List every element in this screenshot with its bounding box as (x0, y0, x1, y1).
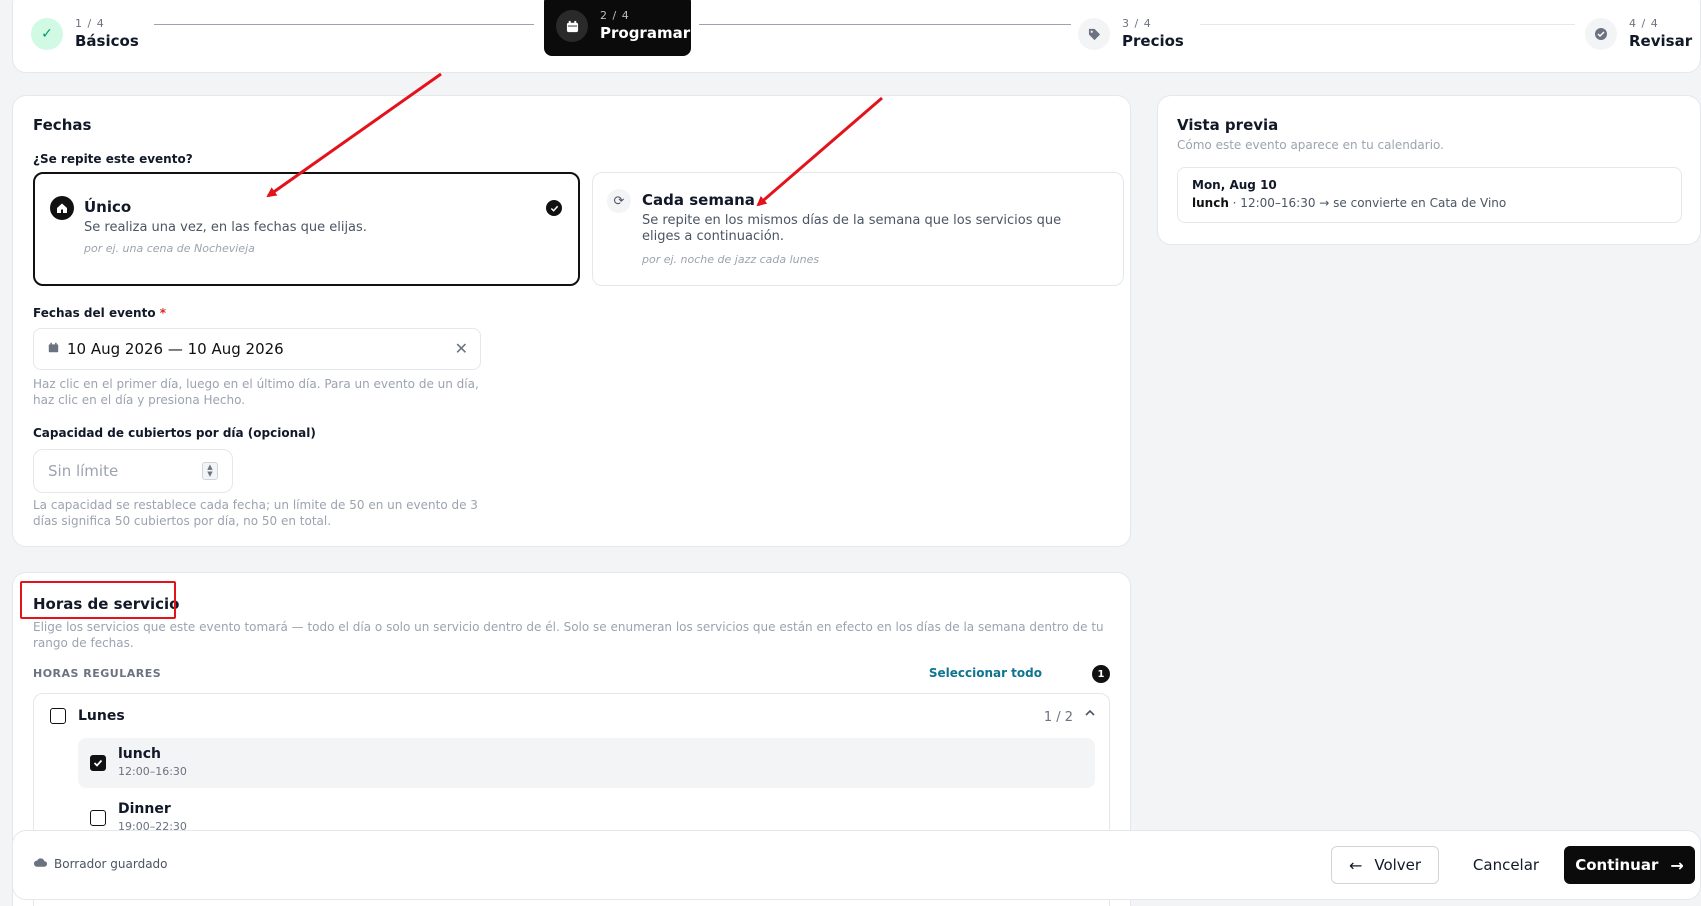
chevron-up-icon[interactable] (1085, 707, 1095, 722)
check-circle-icon (1585, 18, 1617, 50)
step-name: Básicos (75, 32, 139, 50)
house-icon (50, 196, 74, 220)
capacity-label: Capacidad de cubiertos por día (opcional… (33, 426, 316, 440)
service-time: 12:00–16:30 (118, 765, 187, 778)
repeat-question: ¿Se repite este evento? (33, 152, 193, 166)
preview-detail: lunch · 12:00–16:30 → se convierte en Ca… (1192, 196, 1506, 210)
wizard-stepper: ✓ 1 / 4 Básicos 2 / 4 Programar 3 / 4 Pr… (12, 0, 1701, 73)
preview-subtitle: Cómo este evento aparece en tu calendari… (1177, 138, 1444, 152)
step-number: 1 / 4 (75, 17, 105, 30)
back-label: Volver (1374, 856, 1422, 874)
service-row[interactable]: lunch 12:00–16:30 (78, 738, 1095, 788)
number-spinner-icon[interactable]: ▲ ▼ (202, 462, 218, 480)
date-range-picker[interactable]: 10 Aug 2026 — 10 Aug 2026 ✕ (33, 328, 481, 370)
arrow-left-icon: ← (1348, 855, 1363, 875)
step-connector (1200, 24, 1575, 25)
day-name: Lunes (78, 708, 125, 724)
tag-icon (1078, 18, 1110, 50)
event-dates-label-text: Fechas del evento (33, 306, 156, 320)
continue-label: Continuar (1575, 856, 1659, 874)
date-range-value: 10 Aug 2026 — 10 Aug 2026 (67, 340, 284, 358)
selected-count-badge: 1 (1092, 665, 1110, 683)
service-hours-description: Elige los servicios que este evento toma… (33, 620, 1104, 650)
step-precios[interactable]: 3 / 4 Precios (1078, 17, 1184, 51)
day-service-count: 1 / 2 (1043, 710, 1073, 725)
selected-check-icon (546, 200, 562, 216)
option-unico[interactable]: Único Se realiza una vez, en las fechas … (33, 172, 580, 286)
service-checkbox[interactable] (90, 755, 106, 771)
preview-service: lunch (1192, 196, 1229, 210)
cancel-button[interactable]: Cancelar (1461, 846, 1551, 884)
step-name: Programar (600, 24, 691, 42)
preview-event: Mon, Aug 10 lunch · 12:00–16:30 → se con… (1177, 167, 1682, 223)
preview-date: Mon, Aug 10 (1192, 178, 1277, 192)
step-connector (699, 24, 1071, 25)
preview-detail-text: · 12:00–16:30 → se convierte en Cata de … (1228, 196, 1507, 210)
cloud-icon (33, 857, 48, 871)
check-icon: ✓ (31, 18, 63, 50)
day-header[interactable]: Lunes (50, 708, 125, 724)
draft-status-text: Borrador guardado (54, 857, 168, 871)
dates-card: Fechas ¿Se repite este evento? Único Se … (12, 95, 1131, 547)
service-name: Dinner (118, 801, 171, 817)
step-programar[interactable]: 2 / 4 Programar (544, 0, 691, 56)
option-description: Se realiza una vez, en las fechas que el… (84, 220, 367, 235)
dates-title: Fechas (33, 116, 92, 134)
capacity-placeholder: Sin límite (48, 462, 119, 480)
step-name: Revisar (1629, 32, 1693, 50)
option-description: Se repite en los mismos días de la seman… (642, 213, 1062, 244)
step-number: 4 / 4 (1629, 17, 1659, 30)
day-checkbox[interactable] (50, 708, 66, 724)
select-all-link[interactable]: Seleccionar todo (929, 666, 1042, 680)
step-connector (154, 24, 534, 25)
service-name: lunch (118, 746, 161, 762)
event-dates-label: Fechas del evento * (33, 306, 166, 320)
option-example: por ej. una cena de Nochevieja (84, 242, 255, 255)
preview-title: Vista previa (1177, 116, 1279, 134)
dates-help-text: Haz clic en el primer día, luego en el ú… (33, 377, 479, 407)
annotation-highlight-box (20, 581, 176, 619)
wizard-footer: Borrador guardado ← Volver Cancelar Cont… (12, 830, 1701, 900)
calendar-icon (48, 342, 59, 356)
option-example: por ej. noche de jazz cada lunes (642, 253, 820, 266)
option-title: Único (84, 198, 132, 216)
repeat-icon: ⟳ (607, 189, 631, 213)
option-cada-semana[interactable]: ⟳ Cada semana Se repite en los mismos dí… (592, 172, 1124, 286)
cancel-label: Cancelar (1472, 856, 1540, 874)
clear-dates-icon[interactable]: ✕ (455, 339, 468, 358)
step-basicos[interactable]: ✓ 1 / 4 Básicos (31, 17, 139, 51)
continue-button[interactable]: Continuar → (1564, 846, 1695, 884)
service-checkbox[interactable] (90, 810, 106, 826)
arrow-right-icon: → (1670, 855, 1684, 875)
option-title: Cada semana (642, 191, 755, 209)
regular-hours-label: HORAS REGULARES (33, 667, 162, 680)
step-number: 2 / 4 (600, 9, 630, 22)
back-button[interactable]: ← Volver (1331, 846, 1439, 884)
capacity-input[interactable]: Sin límite ▲ ▼ (33, 449, 233, 493)
draft-status: Borrador guardado (33, 857, 168, 871)
step-revisar[interactable]: 4 / 4 Revisar (1585, 17, 1692, 51)
preview-card: Vista previa Cómo este evento aparece en… (1157, 95, 1701, 245)
calendar-icon (556, 10, 588, 42)
required-mark: * (159, 306, 167, 320)
step-number: 3 / 4 (1122, 17, 1152, 30)
capacity-help-text: La capacidad se restablece cada fecha; u… (33, 498, 478, 528)
step-name: Precios (1122, 32, 1184, 50)
